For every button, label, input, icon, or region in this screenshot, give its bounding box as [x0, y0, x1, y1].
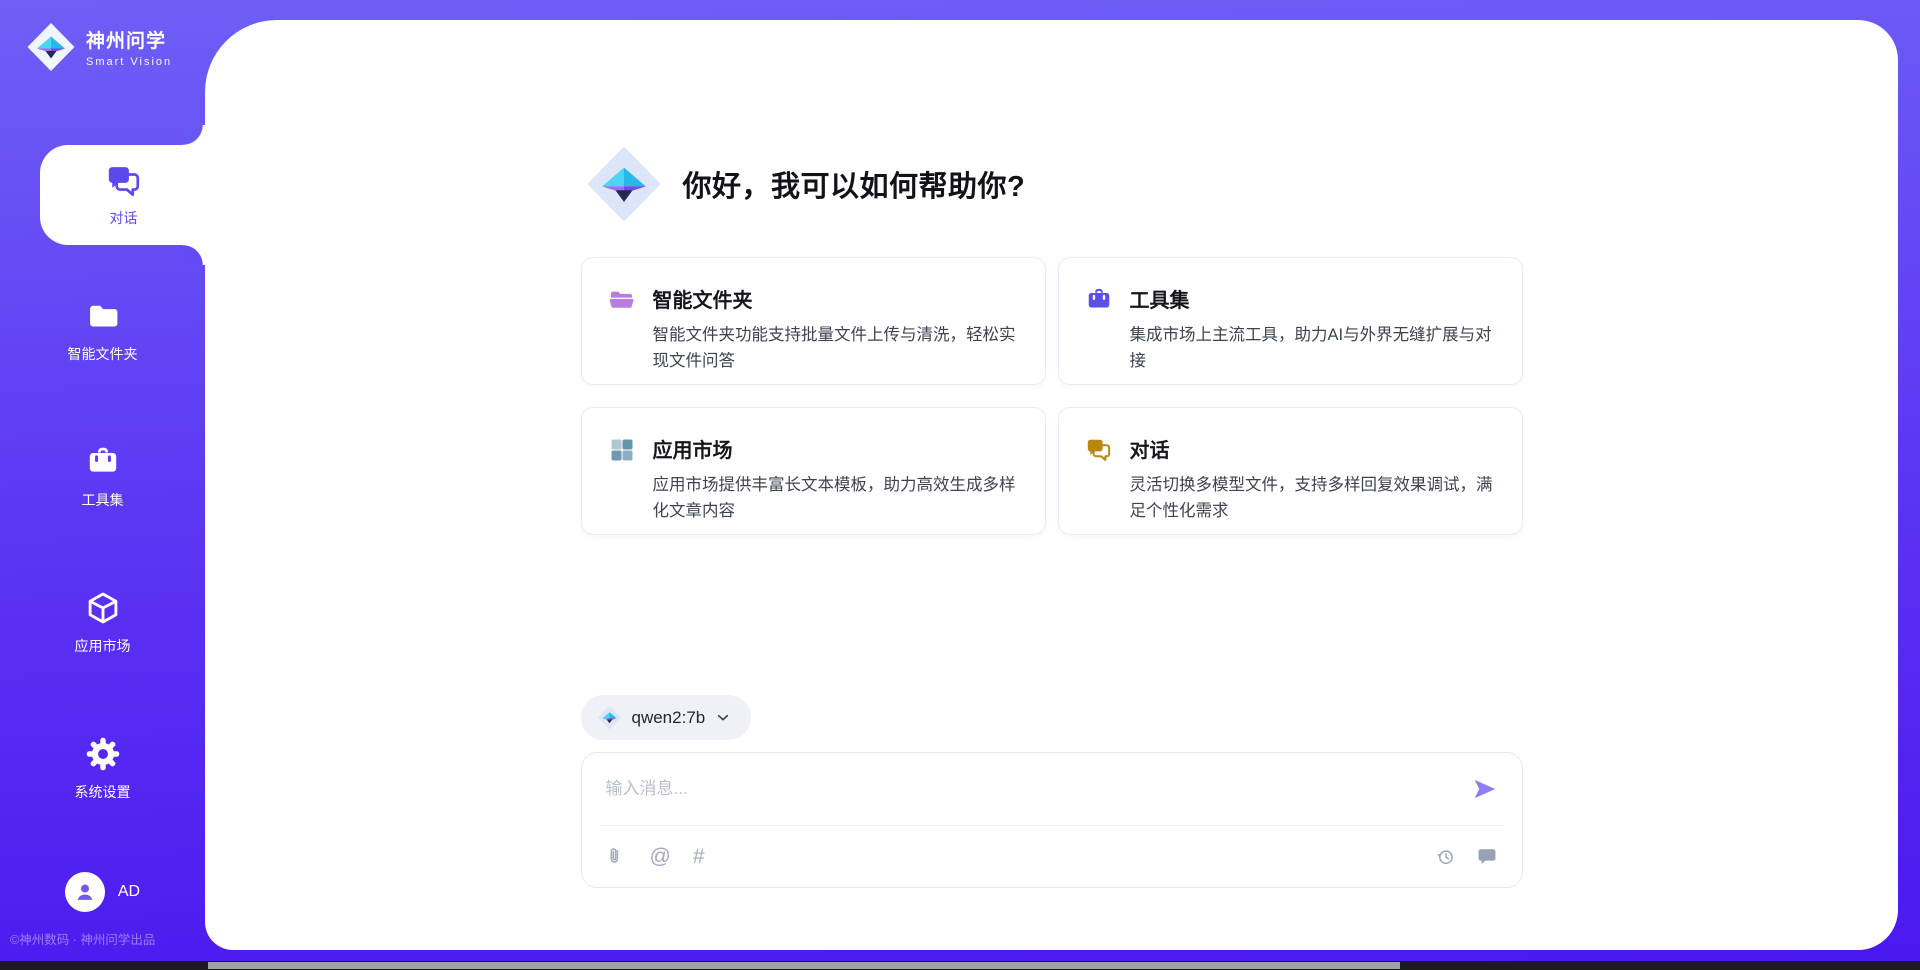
grid-icon	[608, 436, 636, 464]
hash-icon: #	[693, 846, 705, 867]
card-title: 智能文件夹	[653, 284, 1021, 313]
avatar	[65, 872, 105, 912]
model-name: qwen2:7b	[632, 708, 706, 728]
sidebar-item-label: 智能文件夹	[68, 344, 138, 364]
horizontal-scrollbar	[0, 961, 1920, 970]
card-title: 对话	[1130, 434, 1498, 463]
sidebar-item-label: 对话	[110, 208, 138, 228]
card-chat[interactable]: 对话 灵活切换多模型文件，支持多样回复效果调试，满足个性化需求	[1058, 407, 1523, 535]
user-account[interactable]: AD	[0, 872, 205, 912]
sidebar-item-label: 系统设置	[75, 782, 131, 802]
history-button[interactable]	[1435, 846, 1456, 867]
brand-diamond-icon	[26, 22, 76, 72]
mention-button[interactable]: @	[650, 846, 671, 867]
main-panel: 你好，我可以如何帮助你? 智能文件夹 智能文件夹功能支持批量文件上传与清洗，轻松…	[205, 20, 1898, 950]
chat-bubble-icon	[1476, 845, 1498, 867]
cube-icon	[85, 590, 121, 626]
new-chat-button[interactable]	[1476, 845, 1498, 867]
card-title: 应用市场	[653, 434, 1021, 463]
paperclip-icon	[606, 845, 628, 867]
greeting-text: 你好，我可以如何帮助你?	[683, 163, 1026, 205]
sidebar-item-label: 应用市场	[75, 636, 131, 656]
brand-name: 神州问学	[86, 26, 172, 53]
chevron-down-icon	[715, 710, 731, 726]
user-initials: AD	[118, 883, 140, 901]
sidebar-item-smart-folder[interactable]: 智能文件夹	[0, 298, 205, 364]
card-description: 应用市场提供丰富长文本模板，助力高效生成多样化文章内容	[653, 472, 1021, 524]
tab-connector-top	[183, 125, 205, 145]
card-toolbox[interactable]: 工具集 集成市场上主流工具，助力AI与外界无缝扩展与对接	[1058, 257, 1523, 385]
sidebar: 神州问学 Smart Vision 对话 智能文件夹 工具集	[0, 0, 205, 970]
person-icon	[72, 879, 98, 905]
toolbox-icon	[1085, 286, 1113, 314]
card-description: 集成市场上主流工具，助力AI与外界无缝扩展与对接	[1130, 322, 1498, 374]
message-input[interactable]	[606, 779, 1472, 799]
card-description: 灵活切换多模型文件，支持多样回复效果调试，满足个性化需求	[1130, 472, 1498, 524]
model-diamond-icon	[597, 705, 622, 730]
folder-open-icon	[608, 286, 636, 314]
brand-subtitle: Smart Vision	[86, 56, 172, 68]
folder-icon	[85, 298, 121, 334]
tab-connector-bottom	[183, 245, 205, 265]
gear-icon	[85, 736, 121, 772]
assistant-diamond-icon	[585, 145, 663, 223]
feature-cards: 智能文件夹 智能文件夹功能支持批量文件上传与清洗，轻松实现文件问答	[581, 257, 1523, 535]
chat-icon	[105, 162, 143, 200]
message-composer: @ #	[581, 752, 1523, 888]
send-icon	[1472, 776, 1498, 802]
greeting: 你好，我可以如何帮助你?	[585, 145, 1523, 223]
send-button[interactable]	[1472, 776, 1498, 802]
card-smart-folder[interactable]: 智能文件夹 智能文件夹功能支持批量文件上传与清洗，轻松实现文件问答	[581, 257, 1046, 385]
sidebar-item-app-market[interactable]: 应用市场	[0, 590, 205, 656]
sidebar-item-label: 工具集	[82, 490, 124, 510]
model-selector[interactable]: qwen2:7b	[581, 695, 752, 740]
sidebar-item-chat[interactable]: 对话	[40, 145, 207, 245]
copyright-footer: ©神州数码 · 神州问学出品	[10, 929, 155, 948]
brand-logo: 神州问学 Smart Vision	[26, 22, 172, 72]
topic-button[interactable]: #	[693, 846, 705, 867]
sidebar-item-settings[interactable]: 系统设置	[0, 736, 205, 802]
chat-icon	[1085, 436, 1113, 464]
at-icon: @	[650, 846, 671, 867]
attach-button[interactable]	[606, 845, 628, 867]
card-description: 智能文件夹功能支持批量文件上传与清洗，轻松实现文件问答	[653, 322, 1021, 374]
history-clock-icon	[1435, 846, 1456, 867]
scrollbar-thumb[interactable]	[208, 962, 1400, 969]
card-title: 工具集	[1130, 284, 1498, 313]
card-app-market[interactable]: 应用市场 应用市场提供丰富长文本模板，助力高效生成多样化文章内容	[581, 407, 1046, 535]
toolbox-icon	[85, 444, 121, 480]
sidebar-item-toolbox[interactable]: 工具集	[0, 444, 205, 510]
